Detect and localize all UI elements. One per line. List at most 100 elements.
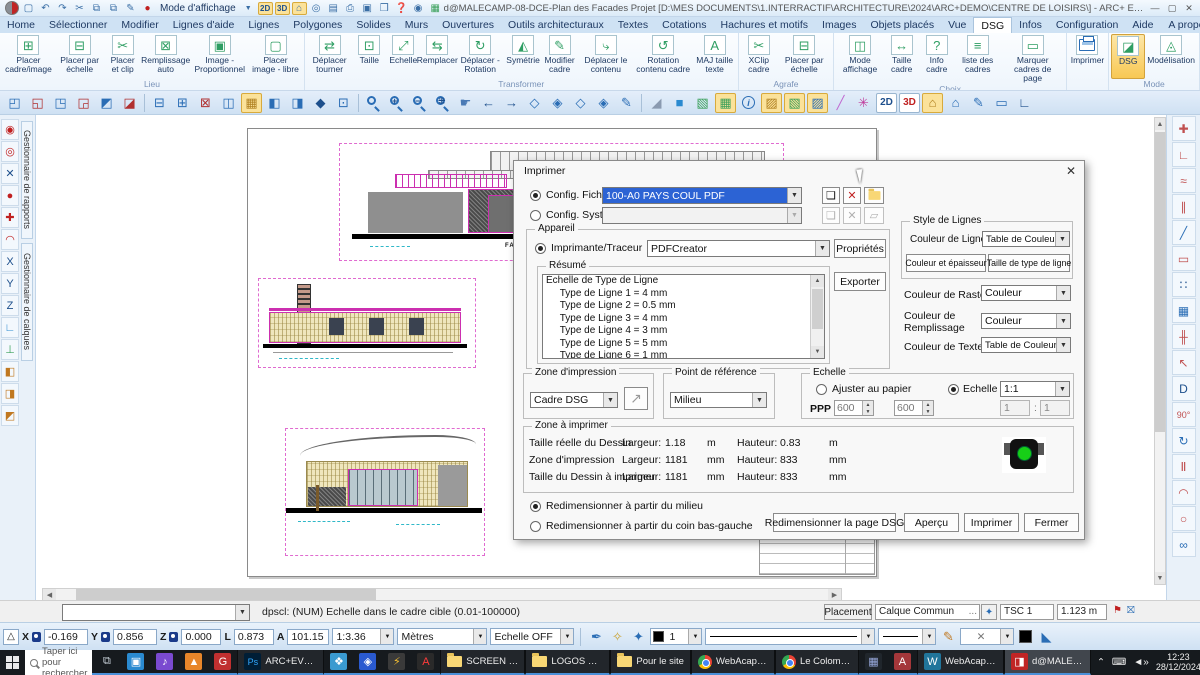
ribbon-edit-frame-button[interactable]: ✎Modifier cadre [540,34,579,79]
config-fichier-combo[interactable]: 100-A0 PAYS COUL PDF▼ [602,187,802,204]
ribbon-print-button[interactable]: Imprimer [1069,34,1107,79]
menu-objets-plac-s[interactable]: Objets placés [863,17,941,33]
camera-ruler-icon[interactable]: ▭ [991,93,1012,113]
x-lock-icon[interactable] [32,632,41,642]
taskbar-app-g[interactable]: G [208,650,237,675]
align-icon[interactable]: ⊞ [172,93,193,113]
menu-hachures-et-motifs[interactable]: Hachures et motifs [713,17,815,33]
config-delete-button[interactable]: ✕ [843,187,861,204]
hatch-3-icon[interactable]: ▨ [807,93,828,113]
couleur-texte-combo[interactable]: Table de Couleurs▼ [981,337,1071,353]
draw-arrow-icon[interactable]: ↖ [1172,350,1196,375]
house-3d-icon[interactable]: ⌂ [945,93,966,113]
hatch-1-icon[interactable]: ▨ [761,93,782,113]
help-icon[interactable]: ❓ [394,2,409,15]
ribbon-mark-page-frames-button[interactable]: ▭Marquer cadres de page [1002,34,1064,84]
taskbar-task-view[interactable]: ⧉ [92,650,121,675]
dim-d-icon[interactable]: D [1172,376,1196,401]
taskbar-app-blue[interactable]: ◈ [353,650,382,675]
snap-angle-icon[interactable]: ∟ [1,317,19,338]
section-drawing[interactable] [258,278,476,368]
taskbar-app-music[interactable]: ♪ [150,650,179,675]
record-icon[interactable]: ● [140,2,155,15]
stamp-tool-icon[interactable]: ✒ [587,628,605,646]
zoom-out-icon[interactable]: − [409,93,430,113]
couleur-remplissage-combo[interactable]: Couleur▼ [981,313,1071,329]
zoom-extents-icon[interactable]: ⁜ [432,93,453,113]
solid-cube-icon[interactable]: ■ [669,93,690,113]
trash-icon[interactable]: ⛝ [1127,605,1135,616]
copy-icon[interactable]: ⧉ [89,2,104,15]
ribbon-place-frame-image-button[interactable]: ⊞Placer cadre/image [2,34,55,79]
ribbon-move-rotation-button[interactable]: ↻Déplacer - Rotation [454,34,506,79]
hscroll-thumb[interactable] [76,589,376,600]
menu-home[interactable]: Home [0,17,42,33]
length-coordinate-field[interactable]: 0.873 [234,629,274,645]
paste-icon[interactable]: ⧉ [106,2,121,15]
taille-type-ligne-button[interactable]: Taille de type de ligne [988,254,1070,272]
y-coordinate-field[interactable]: 0.856 [113,629,157,645]
taskbar-search[interactable]: Taper ici pour rechercher [25,650,92,675]
ucs-cube-3-icon[interactable]: ◩ [1,405,19,426]
undo-icon[interactable]: ↶ [38,2,53,15]
config-new-button[interactable]: ❏ [822,187,840,204]
ribbon-frame-size-button[interactable]: ↔Taille cadre [884,34,920,84]
draw-points-icon[interactable]: ∷ [1172,272,1196,297]
echelle-radio[interactable] [948,384,959,395]
proprietes-button[interactable]: Propriétés [834,239,886,258]
group-icon[interactable]: ⊠ [195,93,216,113]
ribbon-place-image-free-button[interactable]: ▢Placer image - libre [249,34,302,79]
ribbon-place-by-scale-2-button[interactable]: ⊟Placer par échelle [777,34,831,79]
taskbar-app-mail[interactable]: ▣ [121,650,150,675]
fermer-button[interactable]: Fermer [1024,513,1079,532]
draw-polyline-icon[interactable]: ≈ [1172,168,1196,193]
solid-icon[interactable]: ◆ [310,93,331,113]
clip-front-icon[interactable]: ◧ [264,93,285,113]
menu-outils-architecturaux[interactable]: Outils architecturaux [501,17,611,33]
zoom-in-icon[interactable]: + [386,93,407,113]
taskbar-arcplus-active[interactable]: ◨d@MALEC... [1004,650,1091,675]
ribbon-image-proportional-button[interactable]: ▣Image - Proportionnel [190,34,249,79]
tab-gestionnaire-calques[interactable]: Gestionnaire de calques [21,243,33,361]
taskbar-app-adobe[interactable]: A [411,650,440,675]
wire-cube-1-icon[interactable]: ◇ [524,93,545,113]
ribbon-rotate-frame-content-button[interactable]: ↺Rotation contenu cadre [633,34,694,79]
taskbar-app-access[interactable]: A [888,650,917,675]
ribbon-frame-info-button[interactable]: ?Info cadre [920,34,954,84]
taskbar-app-antivirus[interactable]: ▲ [179,650,208,675]
spray-tool-icon[interactable]: ✧ [608,628,626,646]
snap-z-icon[interactable]: Z [1,295,19,316]
view-prev-icon[interactable]: ← [478,93,499,113]
ribbon-mirror-button[interactable]: ◭Symétrie [506,34,540,79]
arc-icon[interactable]: ◠ [1172,480,1196,505]
facade-bottom-drawing[interactable] [285,428,485,556]
cube-dots-icon[interactable]: ⊡ [333,93,354,113]
taskbar-folder-screen[interactable]: SCREEN S... [440,650,525,675]
point-reference-combo[interactable]: Milieu▼ [670,392,767,408]
mode-2d-icon[interactable]: 2D [876,93,897,113]
pin-icon[interactable]: ⚑ [1113,605,1122,616]
zoom-window-icon[interactable] [363,93,384,113]
scale-combo[interactable]: 1:3.36▼ [332,628,394,645]
echelle-off-combo[interactable]: Echelle OFF▼ [490,628,574,645]
menu-textes[interactable]: Textes [611,17,655,33]
ribbon-dsg-mode-button[interactable]: ◪DSG [1111,34,1145,79]
exporter-button[interactable]: Exporter [834,272,886,291]
pinwheel-icon[interactable]: ✳ [853,93,874,113]
pen-icon[interactable]: ✎ [123,2,138,15]
config-fichier-radio[interactable] [530,190,541,201]
new-document-icon[interactable]: ▢ [21,2,36,15]
menu-aide[interactable]: Aide [1125,17,1160,33]
menu-ouvertures[interactable]: Ouvertures [435,17,501,33]
ribbon-size-button[interactable]: ⊡Taille [352,34,386,79]
tangent-icon[interactable]: ∞ [1172,532,1196,557]
ucs-cube-1-icon[interactable]: ◧ [1,361,19,382]
snap-end-icon[interactable]: ◉ [1,119,19,140]
redimensionner-page-button[interactable]: Redimensionner la page DSG [773,513,896,532]
home-icon[interactable]: ⌂ [292,2,307,15]
resume-scrollbar[interactable]: ▲ ▼ [810,275,824,358]
view-next-icon[interactable]: → [501,93,522,113]
chevron-down-icon[interactable]: ▼ [241,2,256,15]
view-top-cube-icon[interactable]: ◩ [96,93,117,113]
menu-configuration[interactable]: Configuration [1049,17,1125,33]
